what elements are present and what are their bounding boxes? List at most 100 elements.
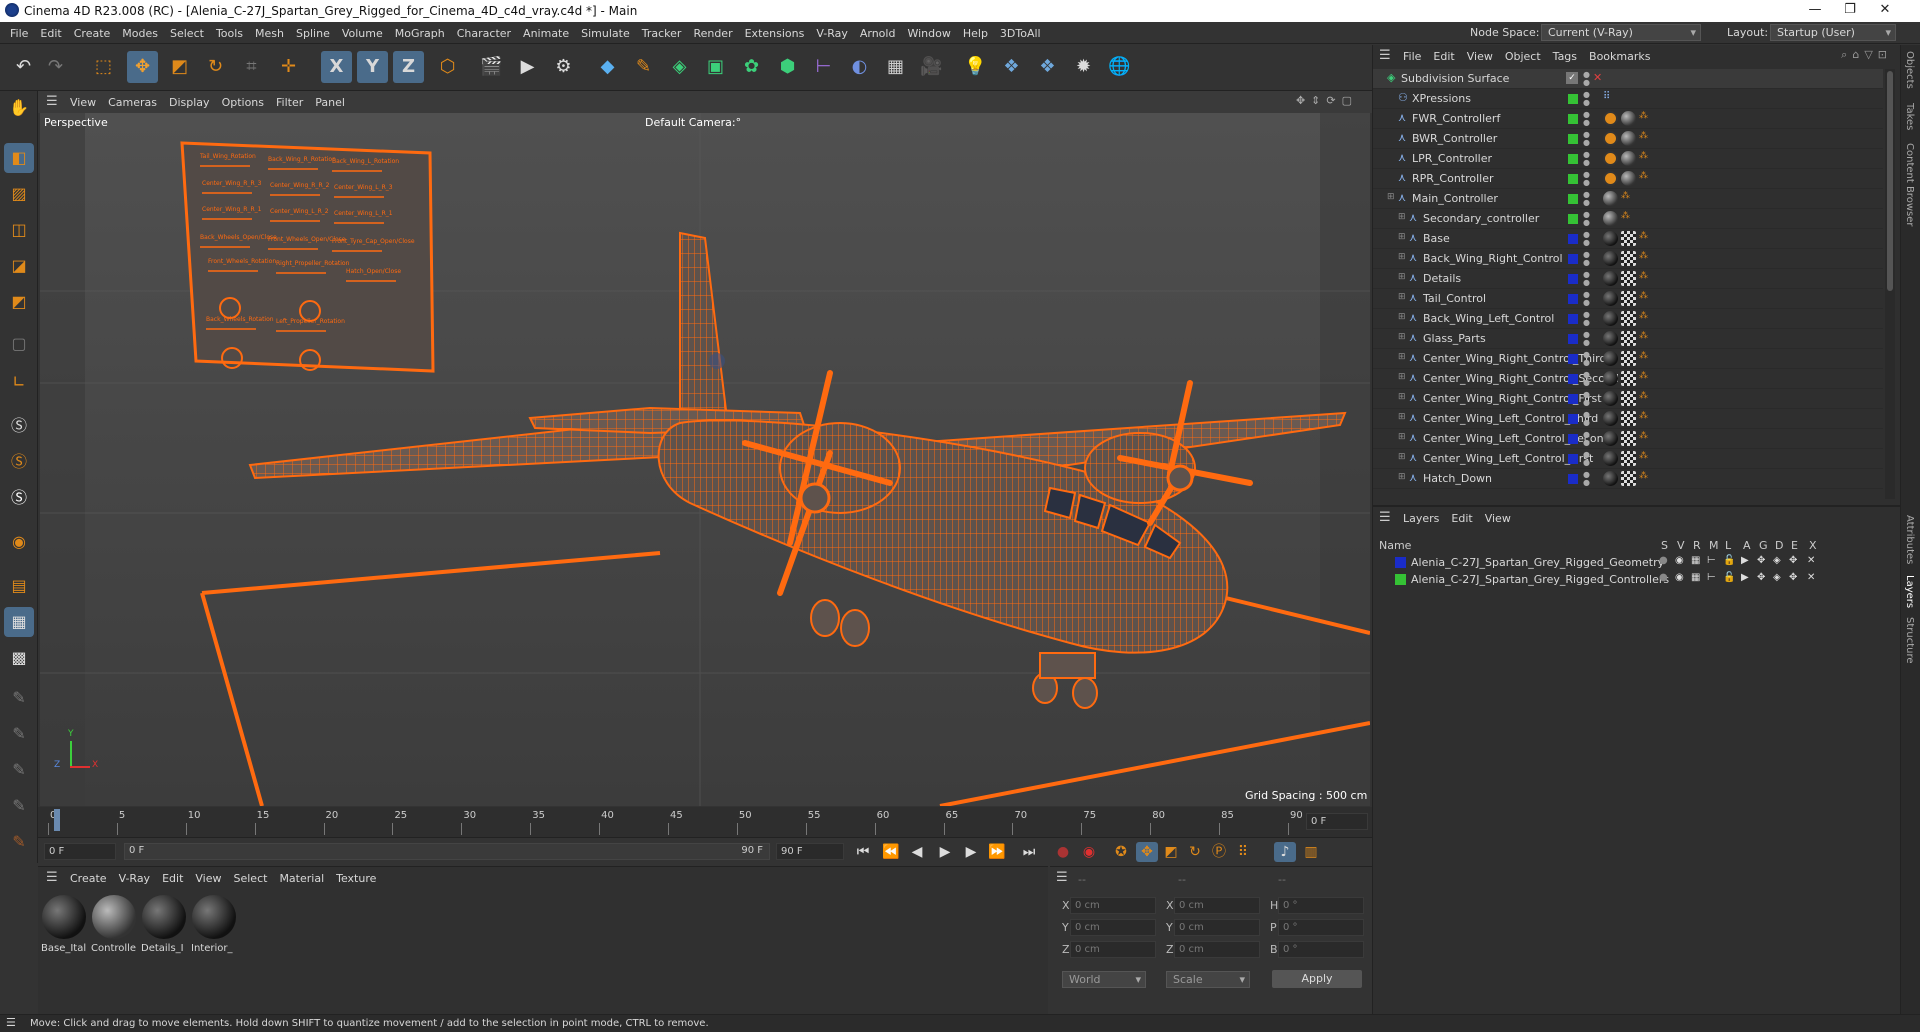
constraint-tag-icon[interactable]: ⁂: [1639, 431, 1648, 441]
menu-mograph[interactable]: MoGraph: [389, 27, 451, 40]
rotate-tool-icon[interactable]: ↻: [200, 51, 231, 83]
expand-toggle-icon[interactable]: ⊞: [1398, 332, 1406, 342]
constraint-tag-icon[interactable]: ⁂: [1639, 311, 1648, 321]
constraint-tag-icon[interactable]: ⁂: [1639, 471, 1648, 481]
menu-spline[interactable]: Spline: [290, 27, 336, 40]
material-tag-icon[interactable]: [1603, 371, 1618, 386]
object-menu-edit[interactable]: Edit: [1427, 50, 1460, 63]
constraint-tag-icon[interactable]: ⁂: [1639, 451, 1648, 461]
layer-color-swatch[interactable]: [1568, 354, 1578, 364]
material-tag-icon[interactable]: [1621, 111, 1636, 126]
uvw-tag-icon[interactable]: [1621, 291, 1636, 306]
expand-toggle-icon[interactable]: ⊞: [1398, 252, 1406, 262]
material-thumbnail[interactable]: [142, 895, 186, 939]
deformers-icon[interactable]: ◈: [1773, 555, 1781, 566]
next-frame-icon[interactable]: ▶: [960, 842, 982, 862]
key-parameter-icon[interactable]: Ⓟ: [1208, 842, 1230, 862]
locked-icon[interactable]: 🔓: [1723, 555, 1735, 566]
manager-icon[interactable]: ⊢: [1707, 572, 1716, 583]
material-menu-material[interactable]: Material: [273, 872, 330, 885]
tab-content-browser[interactable]: Content Browser: [1904, 143, 1915, 226]
key-rotation-icon[interactable]: ↻: [1184, 842, 1206, 862]
tab-objects[interactable]: Objects: [1904, 51, 1915, 89]
coordinate-space-select[interactable]: World: [1062, 971, 1146, 988]
animation-icon[interactable]: ▶: [1741, 555, 1749, 566]
points-mode-icon[interactable]: ◫: [4, 215, 34, 245]
layer-column-header[interactable]: M: [1709, 539, 1719, 552]
axis-mode-icon[interactable]: ∟: [4, 367, 34, 397]
layer-color-swatch[interactable]: [1395, 557, 1406, 568]
object-row[interactable]: ⚇ XPressions ● ● ⠿: [1373, 89, 1883, 109]
visible-editor-icon[interactable]: ◉: [1675, 572, 1684, 583]
menu-v-ray[interactable]: V-Ray: [810, 27, 854, 40]
menu-render[interactable]: Render: [687, 27, 738, 40]
coord-value-field[interactable]: 0 °: [1278, 919, 1364, 936]
object-row[interactable]: ⊞ ⋏ Center_Wing_Right_Control_Third ● ● ⁂: [1373, 349, 1883, 369]
material-menu-select[interactable]: Select: [228, 872, 274, 885]
visibility-dots-icon[interactable]: ● ●: [1583, 231, 1590, 247]
uvw-tag-icon[interactable]: [1621, 271, 1636, 286]
layer-column-header[interactable]: L: [1725, 539, 1731, 552]
menu-edit[interactable]: Edit: [34, 27, 67, 40]
layer-color-swatch[interactable]: [1568, 474, 1578, 484]
material-tag-icon[interactable]: [1603, 251, 1618, 266]
animation-mode-icon[interactable]: ♪: [1274, 842, 1296, 862]
layer-column-header[interactable]: R: [1693, 539, 1701, 552]
menu-character[interactable]: Character: [451, 27, 517, 40]
coord-value-field[interactable]: 0 °: [1278, 941, 1364, 958]
layer-color-swatch[interactable]: [1568, 254, 1578, 264]
object-row[interactable]: ⊞ ⋏ Back_Wing_Left_Control ● ● ⁂: [1373, 309, 1883, 329]
coord-value-field[interactable]: 0 cm: [1070, 919, 1156, 936]
python-icon[interactable]: ❖: [996, 51, 1027, 83]
x-axis-lock-button[interactable]: X: [321, 51, 352, 83]
viewport-menu-view[interactable]: View: [64, 96, 102, 109]
menu-volume[interactable]: Volume: [336, 27, 389, 40]
visibility-dots-icon[interactable]: ● ●: [1583, 451, 1590, 467]
coord-value-field[interactable]: 0 cm: [1174, 941, 1260, 958]
timeline-layout-icon[interactable]: ▥: [1300, 842, 1322, 862]
field-icon[interactable]: ◐: [844, 51, 875, 83]
constraint-tag-icon[interactable]: ⁂: [1639, 411, 1648, 421]
material-tag-icon[interactable]: [1603, 191, 1618, 206]
constraint-tag-icon[interactable]: ⁂: [1621, 191, 1630, 201]
coord-value-field[interactable]: 0 °: [1278, 897, 1364, 914]
visibility-dots-icon[interactable]: ● ●: [1583, 111, 1590, 127]
z-axis-lock-button[interactable]: Z: [393, 51, 424, 83]
quantize-icon[interactable]: Ⓢ: [4, 483, 34, 513]
protection-tag-icon[interactable]: [1603, 131, 1618, 146]
layer-column-header[interactable]: G: [1759, 539, 1768, 552]
uv-mode-icon[interactable]: ▢: [4, 329, 34, 359]
size-mode-select[interactable]: Scale: [1166, 971, 1250, 988]
expand-toggle-icon[interactable]: ⊞: [1398, 212, 1406, 222]
object-row[interactable]: ⋏ FWR_Controllerf ● ● ⁂: [1373, 109, 1883, 129]
material-menu-v-ray[interactable]: V-Ray: [113, 872, 157, 885]
menu-tools[interactable]: Tools: [210, 27, 249, 40]
tab-layers[interactable]: Layers: [1904, 575, 1915, 608]
uvw-tag-icon[interactable]: [1621, 411, 1636, 426]
uvw-tag-icon[interactable]: [1621, 311, 1636, 326]
live-selection-icon[interactable]: ⬚: [88, 51, 119, 83]
paint-icon[interactable]: ✎: [4, 683, 34, 713]
generators-icon[interactable]: ✥: [1757, 572, 1765, 583]
material-menu-view[interactable]: View: [189, 872, 227, 885]
material-tag-icon[interactable]: [1603, 411, 1618, 426]
visibility-dots-icon[interactable]: ● ●: [1583, 291, 1590, 307]
object-row[interactable]: ⊞ ⋏ Center_Wing_Right_Control_First ● ● ⁂: [1373, 389, 1883, 409]
layer-color-swatch[interactable]: [1568, 154, 1578, 164]
object-row[interactable]: ⊞ ⋏ Hatch_Down ● ● ⁂: [1373, 469, 1883, 489]
layer-color-swatch[interactable]: [1568, 134, 1578, 144]
light-icon[interactable]: 💡: [960, 51, 991, 83]
object-row[interactable]: ⋏ BWR_Controller ● ● ⁂: [1373, 129, 1883, 149]
constraint-tag-icon[interactable]: ⁂: [1639, 171, 1648, 181]
expressions-icon[interactable]: ✥: [1789, 572, 1797, 583]
layer-menu-layers[interactable]: Layers: [1397, 512, 1445, 525]
locked-workplane-icon[interactable]: ◉: [4, 527, 34, 557]
3d-viewport[interactable]: Tail_Wing_Rotation Back_Wing_R_Rotation Ba…: [40, 113, 1370, 806]
uvw-tag-icon[interactable]: [1621, 251, 1636, 266]
object-menu-file[interactable]: File: [1397, 50, 1427, 63]
uvw-tag-icon[interactable]: [1621, 451, 1636, 466]
go-to-start-icon[interactable]: ⏮: [852, 842, 874, 862]
viewport-menu-cameras[interactable]: Cameras: [102, 96, 163, 109]
layer-color-swatch[interactable]: [1568, 274, 1578, 284]
material-tag-icon[interactable]: [1603, 271, 1618, 286]
